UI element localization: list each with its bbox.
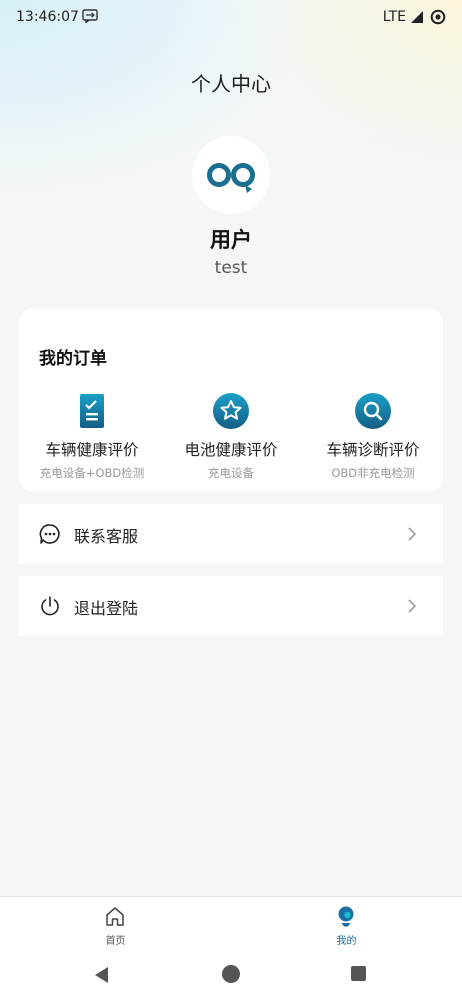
home-button-icon[interactable] xyxy=(222,965,240,983)
order-battery-health[interactable]: 电池健康评价 充电设备 xyxy=(160,392,302,481)
order-label: 电池健康评价 xyxy=(184,441,278,459)
user-name: 用户 xyxy=(210,228,252,252)
profile-icon xyxy=(338,906,354,927)
network-type: LTE xyxy=(382,9,406,25)
signal-icon xyxy=(411,11,423,23)
order-vehicle-health[interactable]: 车辆健康评价 充电设备+OBD检测 xyxy=(21,392,163,481)
menu-label: 退出登陆 xyxy=(74,599,139,618)
order-label: 车辆健康评价 xyxy=(45,441,139,459)
home-icon xyxy=(106,907,124,926)
checklist-icon xyxy=(80,394,104,428)
battery-icon xyxy=(430,9,446,25)
back-icon[interactable] xyxy=(94,966,110,984)
tab-profile[interactable]: 我的 xyxy=(231,897,462,949)
page-title: 个人中心 xyxy=(191,72,271,96)
menu-item-logout[interactable]: 退出登陆 xyxy=(19,576,443,636)
bottom-nav: 首页 我的 xyxy=(0,896,462,949)
power-icon xyxy=(41,596,59,616)
chat-icon xyxy=(39,524,60,544)
menu-label: 联系客服 xyxy=(74,527,139,546)
star-badge-icon xyxy=(213,393,249,429)
menu-item-contact-service[interactable]: 联系客服 xyxy=(19,504,443,564)
tab-home[interactable]: 首页 xyxy=(0,897,231,949)
order-description: 充电设备+OBD检测 xyxy=(39,466,145,480)
chevron-right-icon xyxy=(408,599,417,613)
order-vehicle-diagnosis[interactable]: 车辆诊断评价 OBD非充电检测 xyxy=(302,392,444,481)
recents-icon[interactable] xyxy=(351,966,366,981)
status-time: 13:46:07 xyxy=(16,9,79,25)
system-nav-bar xyxy=(0,948,462,1001)
tab-label: 首页 xyxy=(105,936,126,947)
order-description: OBD非充电检测 xyxy=(331,466,415,480)
status-bar: 13:46:07 LTE xyxy=(0,0,462,36)
orders-title: 我的订单 xyxy=(39,349,107,369)
username: test xyxy=(214,258,248,278)
tab-label: 我的 xyxy=(336,936,357,947)
search-badge-icon xyxy=(355,393,391,429)
infinity-logo-icon xyxy=(207,163,255,193)
message-icon xyxy=(82,9,98,23)
avatar[interactable] xyxy=(192,136,270,214)
orders-card: 我的订单 车辆健康评价 充电设备+OBD检测 电池健康评价 充电设备 车辆诊断评… xyxy=(19,308,443,492)
order-label: 车辆诊断评价 xyxy=(326,441,420,459)
chevron-right-icon xyxy=(408,527,417,541)
order-description: 充电设备 xyxy=(208,466,254,480)
